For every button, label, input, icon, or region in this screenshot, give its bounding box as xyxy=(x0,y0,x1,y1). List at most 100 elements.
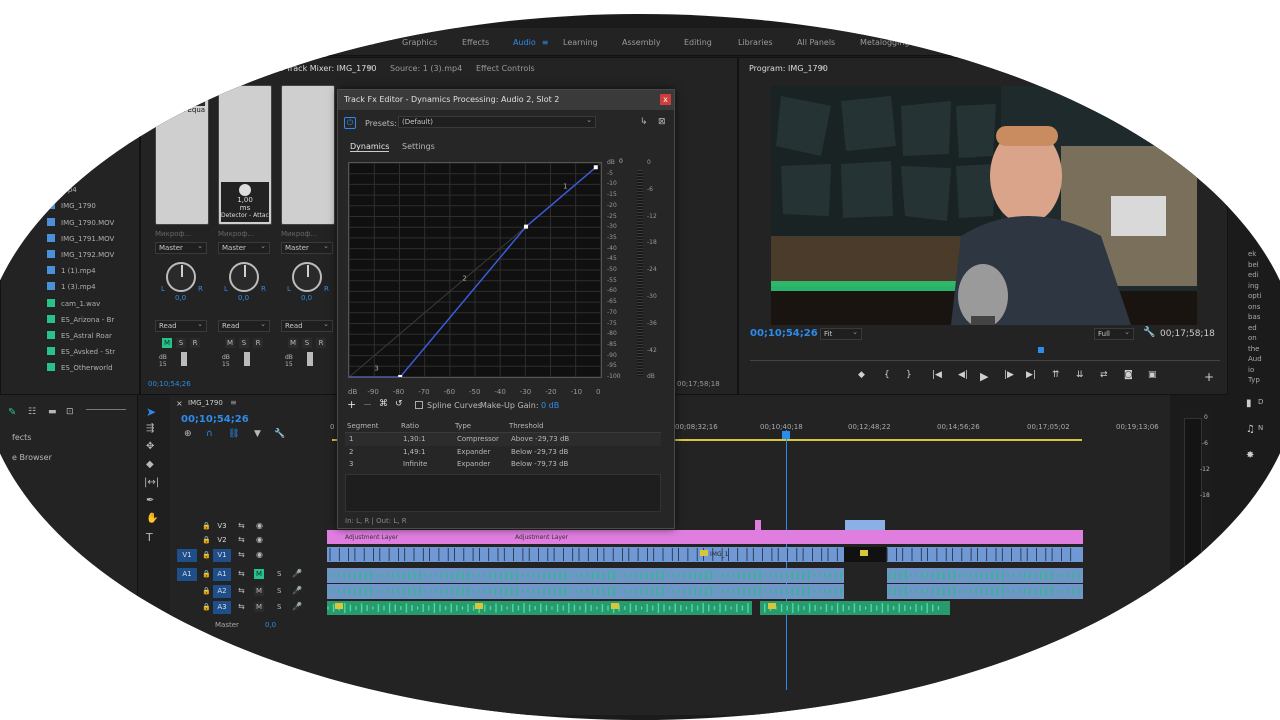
y-tick-label: -80 xyxy=(607,330,617,338)
video-clip[interactable] xyxy=(845,520,885,530)
meter-tick-label: -36 xyxy=(647,319,657,327)
meter-tick: -18 xyxy=(1200,492,1210,499)
tab-settings[interactable]: Settings xyxy=(402,142,435,151)
adjustment-clip[interactable] xyxy=(497,530,1083,544)
cell-threshold: Below -29,73 dB xyxy=(511,447,569,456)
y-tick-label: -50 xyxy=(607,266,617,273)
header-threshold: Threshold xyxy=(509,422,544,430)
x-tick-label: -40 xyxy=(494,388,506,396)
x-tick-label: -50 xyxy=(469,388,481,396)
x-tick-label: -90 xyxy=(367,388,379,396)
cell-segment: 2 xyxy=(349,447,354,456)
meter-tick-label: -6 xyxy=(647,185,653,193)
meter-tick-label: -12 xyxy=(647,212,657,220)
power-icon[interactable]: ⏻ xyxy=(344,117,356,129)
x-tick-label: -20 xyxy=(545,388,557,396)
meter-top-label: 0 xyxy=(619,158,623,165)
audio-clip[interactable] xyxy=(327,601,752,615)
fx-badge[interactable] xyxy=(768,603,776,609)
add-point-icon[interactable]: + xyxy=(347,398,356,411)
y-tick-label: dB xyxy=(607,159,615,166)
y-tick-label: -90 xyxy=(607,351,617,359)
cell-ratio: 1,49:1 xyxy=(403,447,426,456)
fx-editor-title[interactable]: Track Fx Editor - Dynamics Processing: A… xyxy=(338,90,674,110)
mouse-cursor-icon xyxy=(411,14,415,16)
x-tick-label: dB xyxy=(348,388,358,396)
curve-point[interactable] xyxy=(398,375,403,378)
y-tick-label: -15 xyxy=(607,191,617,199)
table-row[interactable]: 1 1,30:1 Compressor Above -29,73 dB xyxy=(345,433,661,446)
meter-tick-label: -42 xyxy=(647,346,657,354)
fx-badge[interactable] xyxy=(475,603,483,609)
audio-clip[interactable] xyxy=(327,584,844,599)
meter-tick-label: -30 xyxy=(647,293,657,300)
y-tick-label: -10 xyxy=(607,180,617,188)
meter-tick-label: dB xyxy=(647,373,655,381)
spline-checkbox[interactable] xyxy=(415,401,423,409)
y-tick-label: -75 xyxy=(607,319,617,327)
table-row[interactable]: 2 1,49:1 Expander Below -29,73 dB xyxy=(345,446,661,459)
cell-threshold: Above -29,73 dB xyxy=(511,435,570,443)
dialog-meter-bar xyxy=(637,170,643,376)
y-tick-label: -40 xyxy=(607,244,617,252)
cell-type: Expander xyxy=(457,460,491,468)
audio-clip[interactable] xyxy=(327,568,844,583)
cell-type: Expander xyxy=(457,447,491,456)
curve-point[interactable] xyxy=(524,224,528,229)
app-viewport: Color Graphics Effects Audio Learning As… xyxy=(0,14,1280,720)
curve-point[interactable] xyxy=(593,165,598,170)
dynamics-graph[interactable]: 1 2 3 xyxy=(348,162,602,378)
segment-label: 1 xyxy=(563,183,567,191)
header-segment: Segment xyxy=(347,422,379,430)
y-tick-label: -85 xyxy=(607,340,617,348)
preset-delete-icon[interactable]: ⊠ xyxy=(658,117,666,127)
clip-label: Adjustment Layer xyxy=(515,534,569,541)
remove-point-icon[interactable]: − xyxy=(363,398,372,411)
presets-label: Presets: xyxy=(365,119,397,128)
spline-label: Spline Curves xyxy=(427,401,482,410)
y-tick-label: -25 xyxy=(607,212,617,220)
makeup-gain-value[interactable]: 0 dB xyxy=(541,401,559,410)
clip-label: Adjustment Layer xyxy=(345,534,399,541)
y-tick-label: -55 xyxy=(607,276,617,284)
fx-badge[interactable] xyxy=(860,550,868,556)
video-clip[interactable] xyxy=(887,547,1083,562)
y-tick-label: -95 xyxy=(607,362,617,370)
fx-badge[interactable] xyxy=(335,603,343,609)
fx-badge[interactable] xyxy=(700,550,708,556)
tab-dynamics[interactable]: Dynamics xyxy=(350,142,390,152)
x-tick-label: -70 xyxy=(418,388,430,396)
x-tick-label: 0 xyxy=(596,388,601,396)
y-tick-label: -35 xyxy=(607,233,617,241)
meter-tick: 0 xyxy=(1204,414,1208,421)
y-tick-label: -100 xyxy=(607,373,621,380)
cell-segment: 1 xyxy=(349,435,354,443)
table-row[interactable]: 3 Infinite Expander Below -79,73 dB xyxy=(345,458,661,471)
x-tick-label: -30 xyxy=(519,388,532,396)
x-tick-label: -60 xyxy=(443,388,456,396)
x-tick-label: -10 xyxy=(570,388,583,396)
x-tick-label: -80 xyxy=(392,388,405,396)
segment-label: 2 xyxy=(462,275,466,283)
fit-points-icon[interactable]: ⌘ xyxy=(379,399,388,409)
meter-tick-label: -18 xyxy=(647,239,657,247)
cell-ratio: 1,30:1 xyxy=(403,435,426,443)
fx-badge[interactable] xyxy=(611,603,619,609)
segment-table-body xyxy=(345,474,661,512)
graph-toolbar: + − ⌘ ↺ Spline Curves Make-Up Gain: 0 dB xyxy=(345,398,661,414)
premiere-window: Color Graphics Effects Audio Learning As… xyxy=(0,14,1280,720)
reset-graph-icon[interactable]: ↺ xyxy=(395,399,403,409)
y-tick-label: -20 xyxy=(607,201,617,209)
presets-dropdown[interactable]: (Default) xyxy=(398,115,596,128)
adjustment-clip[interactable] xyxy=(755,520,761,530)
preset-save-icon[interactable]: ↳ xyxy=(640,117,648,127)
table-header: Segment Ratio Type Threshold xyxy=(345,420,661,433)
cell-ratio: Infinite xyxy=(403,460,428,468)
makeup-gain-label: Make-Up Gain: xyxy=(480,401,539,410)
close-button[interactable]: x xyxy=(660,94,671,105)
cell-type: Compressor xyxy=(457,435,499,443)
header-ratio: Ratio xyxy=(401,422,419,430)
timeline-audio-meter: 0 -6 -12 -18 xyxy=(1180,408,1212,708)
header-type: Type xyxy=(455,422,472,430)
y-tick-label: -30 xyxy=(607,223,617,231)
